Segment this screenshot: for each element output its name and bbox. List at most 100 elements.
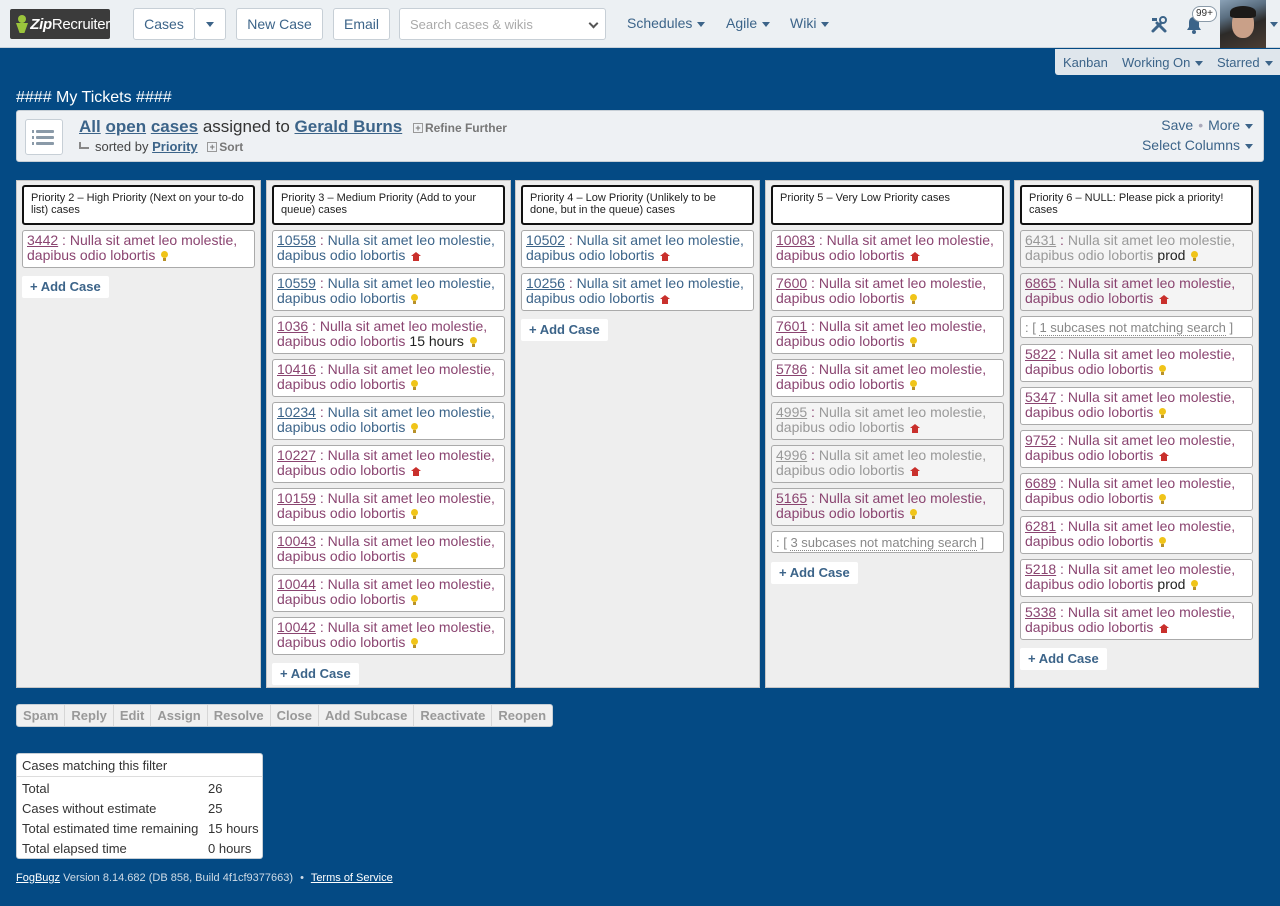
case-number-link[interactable]: 6281 — [1025, 518, 1056, 534]
case-card[interactable]: 6689 : Nulla sit amet leo molestie, dapi… — [1020, 473, 1253, 511]
case-card[interactable]: 6865 : Nulla sit amet leo molestie, dapi… — [1020, 273, 1253, 311]
case-card[interactable]: 5822 : Nulla sit amet leo molestie, dapi… — [1020, 344, 1253, 382]
case-number-link[interactable]: 5822 — [1025, 346, 1056, 362]
case-card[interactable]: 10043 : Nulla sit amet leo molestie, dap… — [272, 531, 505, 569]
case-card[interactable]: 5165 : Nulla sit amet leo molestie, dapi… — [771, 488, 1004, 526]
case-card[interactable]: 10159 : Nulla sit amet leo molestie, dap… — [272, 488, 505, 526]
close-button[interactable]: Close — [271, 705, 319, 726]
case-number-link[interactable]: 1036 — [277, 318, 308, 334]
case-number-link[interactable]: 10043 — [277, 533, 316, 549]
case-number-link[interactable]: 3442 — [27, 232, 58, 248]
starred-menu[interactable]: Starred — [1217, 55, 1273, 70]
case-card[interactable]: 5338 : Nulla sit amet leo molestie, dapi… — [1020, 602, 1253, 640]
sort-button[interactable]: + Sort — [207, 140, 243, 154]
case-card[interactable]: 10256 : Nulla sit amet leo molestie, dap… — [521, 273, 754, 311]
case-number-link[interactable]: 5338 — [1025, 604, 1056, 620]
case-card[interactable]: 5218 : Nulla sit amet leo molestie, dapi… — [1020, 559, 1253, 597]
case-card[interactable]: 4995 : Nulla sit amet leo molestie, dapi… — [771, 402, 1004, 440]
email-button[interactable]: Email — [333, 8, 390, 40]
case-number-link[interactable]: 6865 — [1025, 275, 1056, 291]
add-subcase-button[interactable]: Add Subcase — [319, 705, 415, 726]
assign-button[interactable]: Assign — [151, 705, 208, 726]
case-number-link[interactable]: 10256 — [526, 275, 565, 291]
reply-button[interactable]: Reply — [65, 705, 114, 726]
case-card[interactable]: 10502 : Nulla sit amet leo molestie, dap… — [521, 230, 754, 268]
add-case-button[interactable]: + Add Case — [1020, 648, 1107, 670]
filter-open-link[interactable]: open — [105, 117, 146, 136]
case-number-link[interactable]: 4996 — [776, 447, 807, 463]
case-number-link[interactable]: 10559 — [277, 275, 316, 291]
case-card[interactable]: 10558 : Nulla sit amet leo molestie, dap… — [272, 230, 505, 268]
case-card[interactable]: 10227 : Nulla sit amet leo molestie, dap… — [272, 445, 505, 483]
case-card[interactable]: 1036 : Nulla sit amet leo molestie, dapi… — [272, 316, 505, 354]
case-number-link[interactable]: 10558 — [277, 232, 316, 248]
case-card[interactable]: 6281 : Nulla sit amet leo molestie, dapi… — [1020, 516, 1253, 554]
case-number-link[interactable]: 10044 — [277, 576, 316, 592]
cases-dropdown-button[interactable] — [194, 8, 226, 40]
case-number-link[interactable]: 7601 — [776, 318, 807, 334]
chevron-down-icon[interactable] — [588, 18, 599, 29]
case-card[interactable]: 7601 : Nulla sit amet leo molestie, dapi… — [771, 316, 1004, 354]
case-number-link[interactable]: 5165 — [776, 490, 807, 506]
filter-cases-link[interactable]: cases — [151, 117, 198, 136]
case-number-link[interactable]: 5347 — [1025, 389, 1056, 405]
case-number-link[interactable]: 10159 — [277, 490, 316, 506]
notification-count-badge[interactable]: 99+ — [1192, 6, 1217, 22]
kanban-link[interactable]: Kanban — [1063, 55, 1108, 70]
case-number-link[interactable]: 5218 — [1025, 561, 1056, 577]
more-menu[interactable]: More — [1208, 117, 1253, 133]
case-card[interactable]: 10042 : Nulla sit amet leo molestie, dap… — [272, 617, 505, 655]
case-number-link[interactable]: 5786 — [776, 361, 807, 377]
save-filter-link[interactable]: Save — [1161, 117, 1193, 133]
case-card[interactable]: 6431 : Nulla sit amet leo molestie, dapi… — [1020, 230, 1253, 268]
case-number-link[interactable]: 9752 — [1025, 432, 1056, 448]
case-card[interactable]: 10044 : Nulla sit amet leo molestie, dap… — [272, 574, 505, 612]
user-avatar[interactable] — [1220, 0, 1266, 48]
refine-further-button[interactable]: + Refine Further — [412, 121, 507, 135]
select-columns-menu[interactable]: Select Columns — [1142, 137, 1253, 153]
case-card[interactable]: 3442 : Nulla sit amet leo molestie, dapi… — [22, 230, 255, 268]
add-case-button[interactable]: + Add Case — [22, 276, 109, 298]
terms-of-service-link[interactable]: Terms of Service — [311, 872, 393, 884]
case-number-link[interactable]: 10083 — [776, 232, 815, 248]
case-card[interactable]: 7600 : Nulla sit amet leo molestie, dapi… — [771, 273, 1004, 311]
case-number-link[interactable]: 7600 — [776, 275, 807, 291]
subcases-not-matching[interactable]: : [ 1 subcases not matching search ] — [1020, 316, 1253, 338]
reopen-button[interactable]: Reopen — [492, 705, 552, 726]
resolve-button[interactable]: Resolve — [208, 705, 271, 726]
search-input[interactable]: Search cases & wikis — [399, 8, 606, 40]
spam-button[interactable]: Spam — [17, 705, 66, 726]
case-number-link[interactable]: 4995 — [776, 404, 807, 420]
schedules-menu[interactable]: Schedules — [627, 15, 706, 31]
filter-all-link[interactable]: All — [79, 117, 101, 136]
case-number-link[interactable]: 6431 — [1025, 232, 1056, 248]
case-number-link[interactable]: 10234 — [277, 404, 316, 420]
subcases-not-matching[interactable]: : [ 3 subcases not matching search ] — [771, 531, 1004, 553]
case-card[interactable]: 10416 : Nulla sit amet leo molestie, dap… — [272, 359, 505, 397]
working-on-menu[interactable]: Working On — [1122, 55, 1204, 70]
case-card[interactable]: 5347 : Nulla sit amet leo molestie, dapi… — [1020, 387, 1253, 425]
case-card[interactable]: 10083 : Nulla sit amet leo molestie, dap… — [771, 230, 1004, 268]
case-card[interactable]: 10234 : Nulla sit amet leo molestie, dap… — [272, 402, 505, 440]
caret-down-icon[interactable] — [1270, 22, 1278, 27]
add-case-button[interactable]: + Add Case — [272, 663, 359, 685]
edit-button[interactable]: Edit — [114, 705, 152, 726]
case-card[interactable]: 5786 : Nulla sit amet leo molestie, dapi… — [771, 359, 1004, 397]
new-case-button[interactable]: New Case — [236, 8, 323, 40]
case-number-link[interactable]: 6689 — [1025, 475, 1056, 491]
case-card[interactable]: 10559 : Nulla sit amet leo molestie, dap… — [272, 273, 505, 311]
fogbugz-link[interactable]: FogBugz — [16, 872, 60, 884]
cases-button[interactable]: Cases — [133, 8, 195, 40]
add-case-button[interactable]: + Add Case — [771, 562, 858, 584]
wiki-menu[interactable]: Wiki — [790, 15, 830, 31]
case-card[interactable]: 9752 : Nulla sit amet leo molestie, dapi… — [1020, 430, 1253, 468]
tools-icon[interactable] — [1150, 16, 1168, 34]
sort-field-link[interactable]: Priority — [152, 139, 198, 154]
case-number-link[interactable]: 10227 — [277, 447, 316, 463]
case-number-link[interactable]: 10416 — [277, 361, 316, 377]
ziprecruiter-logo[interactable]: ZipRecruiter — [10, 9, 110, 39]
list-view-icon[interactable] — [25, 119, 63, 155]
case-number-link[interactable]: 10502 — [526, 232, 565, 248]
add-case-button[interactable]: + Add Case — [521, 319, 608, 341]
filter-user-link[interactable]: Gerald Burns — [295, 117, 403, 136]
